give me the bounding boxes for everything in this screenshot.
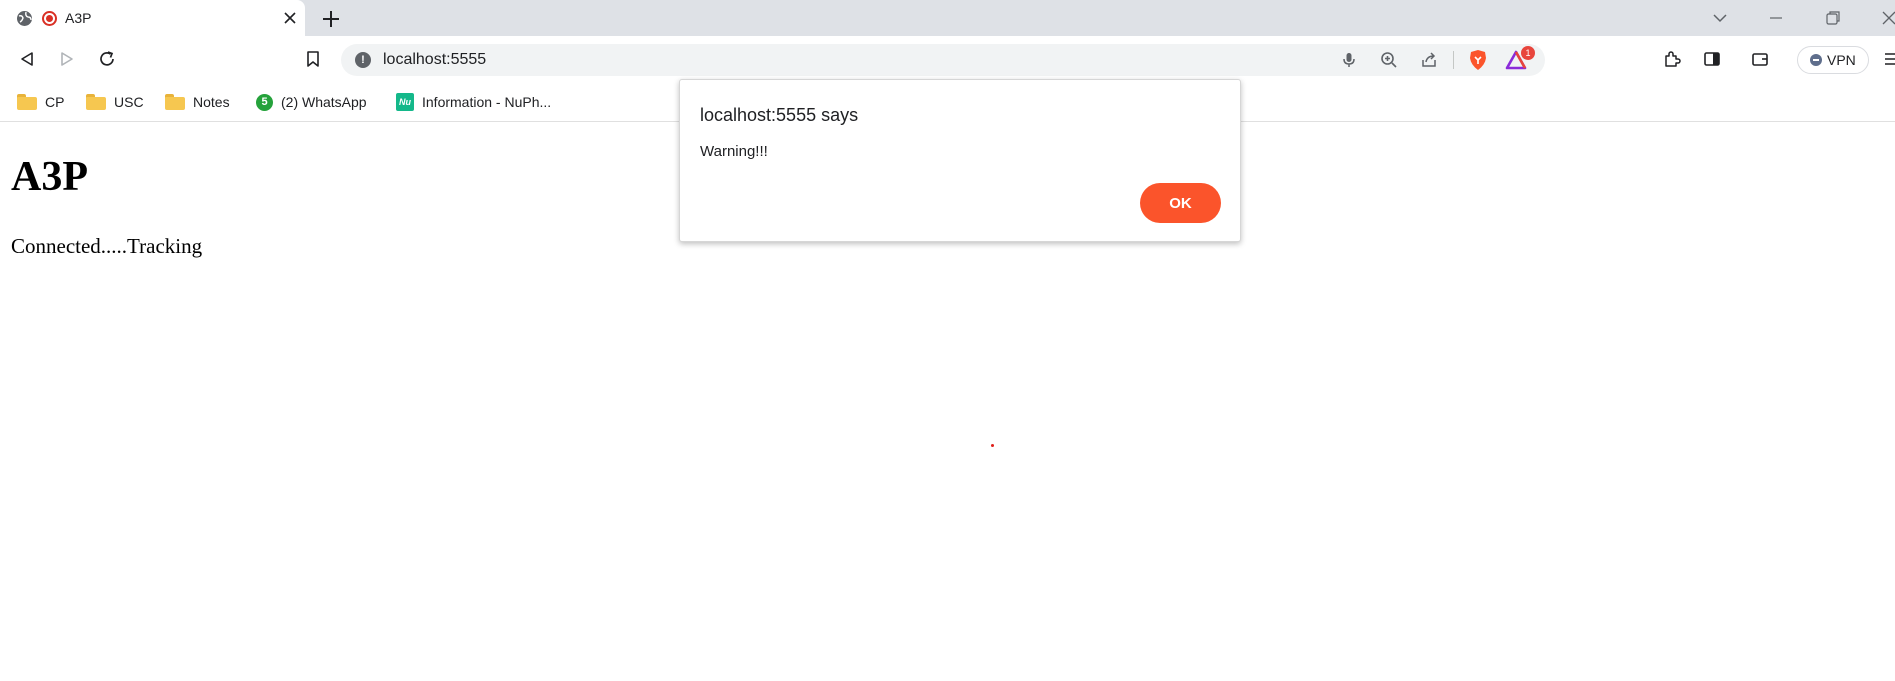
bookmark-cp[interactable]: CP [17,91,64,113]
forward-icon[interactable] [55,47,79,71]
vpn-status-icon [1810,54,1822,66]
bookmark-usc[interactable]: USC [86,91,144,113]
zoom-icon[interactable] [1377,48,1401,72]
dialog-message: Warning!!! [700,143,768,160]
back-icon[interactable] [15,47,39,71]
minimize-icon[interactable] [1766,8,1786,28]
omnibox-divider [1453,51,1454,69]
globe-icon [16,10,33,32]
alert-dialog: localhost:5555 says Warning!!! OK [679,79,1241,242]
bookmark-icon[interactable] [301,47,325,71]
site-info-icon[interactable]: ! [355,52,371,68]
page-heading: A3P [11,154,88,200]
restore-icon[interactable] [1823,8,1843,28]
reload-icon[interactable] [95,47,119,71]
ok-button[interactable]: OK [1140,183,1221,223]
bookmark-label: CP [45,94,65,110]
address-url[interactable]: localhost:5555 [383,51,486,69]
address-bar[interactable]: ! localhost:5555 1 [341,44,1545,76]
bookmark-label: Notes [193,94,230,110]
whatsapp-icon: 5 [256,93,273,111]
bookmark-whatsapp[interactable]: 5 (2) WhatsApp [256,91,367,113]
close-tab-icon[interactable] [280,8,300,28]
tab-title: A3P [65,10,92,26]
brave-shields-icon[interactable] [1466,48,1490,72]
tab-strip: A3P [0,0,1895,36]
rewards-badge: 1 [1521,46,1535,60]
nu-icon: Nu [396,93,414,111]
bookmark-nuphy[interactable]: Nu Information - NuPh... [396,91,551,113]
bookmark-label: Information - NuPh... [422,94,552,110]
close-window-icon[interactable] [1879,8,1895,28]
folder-icon [17,94,37,110]
folder-icon [165,94,185,110]
bookmark-label: (2) WhatsApp [281,94,367,110]
tab-a3p[interactable]: A3P [0,0,305,36]
sidebar-icon[interactable] [1700,47,1724,71]
tracking-dot [991,444,994,447]
extensions-icon[interactable] [1660,47,1684,71]
share-icon[interactable] [1417,48,1441,72]
folder-icon [86,94,106,110]
bookmark-label: USC [114,94,144,110]
new-tab-button[interactable] [320,8,342,30]
vpn-button[interactable]: VPN [1797,46,1869,74]
dialog-title: localhost:5555 says [700,105,859,125]
menu-icon[interactable] [1880,47,1895,71]
recording-icon [42,11,57,26]
wallet-icon[interactable] [1748,47,1772,71]
tab-search-icon[interactable] [1710,8,1730,28]
bookmark-notes[interactable]: Notes [165,91,230,113]
microphone-icon[interactable] [1337,48,1361,72]
vpn-label: VPN [1827,52,1856,68]
tracking-status: Connected.....Tracking [11,234,203,258]
browser-toolbar: ! localhost:5555 1 VPN [0,36,1895,82]
